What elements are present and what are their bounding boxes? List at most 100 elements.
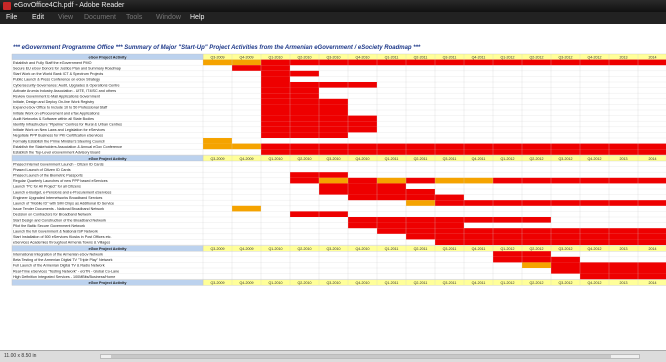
gantt-bar-cell [348,194,377,201]
gantt-bar-cell [638,233,666,240]
period-header: Q4-2009 [240,247,254,251]
menu-window[interactable]: Window [156,12,181,24]
menu-tools[interactable]: Tools [126,12,142,24]
gantt-bar-cell [232,143,261,150]
gantt-bar-cell [319,59,348,66]
activity-label: Start Installation of 500 eServices Kios… [13,235,112,239]
gantt-bar-cell [493,59,522,66]
gantt-bar-cell [435,143,464,150]
gantt-bar-cell [348,82,377,88]
gantt-bar-cell [377,149,406,155]
gantt-bar-cell [290,149,319,155]
gantt-bar-cell [638,268,666,274]
gantt-bar-cell [551,233,580,240]
gantt-bar-cell [638,59,666,66]
gantt-bar-cell [261,70,290,77]
gantt-bar-cell [580,233,609,240]
period-header: Q1-2010 [269,247,283,251]
gantt-bar-cell [232,205,261,212]
period-header: Q4-2012 [588,281,602,285]
period-header: Q2-2012 [530,281,544,285]
period-header: Q2-2010 [298,157,312,161]
scrollbar-thumb[interactable] [111,355,611,358]
gantt-bar-cell [435,233,464,240]
period-header: Q2-2011 [414,157,428,161]
gantt-bar-cell [290,143,319,150]
gantt-bar-cell [377,59,406,66]
period-header: Q1-2011 [385,281,399,285]
gantt-bar-cell [377,217,406,223]
gantt-bar-cell [290,115,319,122]
menu-view[interactable]: View [58,12,73,24]
gantt-bar-cell [406,228,435,234]
gantt-bar-cell [522,251,551,257]
gantt-bar-cell [493,149,522,155]
gantt-bar-cell [261,115,290,122]
period-header: Q2-2011 [414,247,428,251]
period-header: Q1-2011 [385,247,399,251]
status-bar: 11.00 x 8.50 in [0,350,666,362]
gantt-bar-cell [319,132,348,138]
period-header: Q3-2011 [443,247,457,251]
gantt-bar-cell [319,121,348,127]
gantt-bar-cell [638,228,666,234]
activity-label: Pilot the Baltic Secure Government Netwo… [13,224,85,228]
period-header: Q2-2012 [530,157,544,161]
activity-label: Start Work on the World Bank ICT & Spect… [13,72,103,76]
gantt-bar-cell [551,262,580,268]
gantt-bar-cell [348,189,377,195]
period-header: Q1-2012 [501,247,515,251]
gantt-bar-cell [377,177,406,184]
menu-file[interactable]: File [6,12,17,24]
menu-document[interactable]: Document [84,12,116,24]
period-header: 2013 [620,55,628,59]
period-header: Q3-2010 [327,157,341,161]
period-header: 2014 [649,55,657,59]
gantt-bar-cell [261,98,290,105]
gantt-bar-cell [493,251,522,257]
gantt-bar-cell [261,121,290,127]
activity-label: Real-Time eServices "Testing Network" - … [13,269,119,273]
horizontal-scrollbar[interactable] [100,354,640,359]
activity-label: Public Launch & Press Conference on eGov… [13,78,100,82]
period-header: Q1-2012 [501,281,515,285]
period-header: Q1-2010 [269,281,283,285]
gantt-bar-cell [493,143,522,150]
section-heading: eGov Project Activity [88,55,127,59]
gantt-bar-cell [464,228,493,234]
gantt-bar-cell [319,172,348,178]
gantt-bar-cell [609,273,638,280]
activity-label: Establish and Fully Staff the eGovernmen… [13,61,92,65]
menu-edit[interactable]: Edit [32,12,44,24]
gantt-bar-cell [261,82,290,88]
gantt-bar-cell [580,262,609,268]
gantt-bar-cell [522,262,551,268]
gantt-bar-cell [261,132,290,138]
gantt-bar-cell [319,115,348,122]
gantt-bar-cell [406,177,435,184]
document-viewport[interactable]: *** eGovernment Programme Office *** Sum… [0,24,666,350]
section-heading: eGov Project Activity [88,157,127,161]
gantt-bar-cell [580,268,609,274]
gantt-bar-cell [261,65,290,71]
gantt-bar-cell [406,59,435,66]
period-header: Q3-2009 [211,55,225,59]
gantt-bar-cell [261,143,290,150]
gantt-bar-cell [551,59,580,66]
gantt-bar-cell [638,273,666,280]
gantt-bar-cell [638,239,666,245]
gantt-bar-cell [435,194,464,201]
period-header: Q3-2011 [443,281,457,285]
menu-help[interactable]: Help [190,12,204,24]
activity-label: Launch of "Mobile ID" with SIM Chips as … [13,202,114,206]
gantt-bar-cell [638,143,666,150]
activity-label: Expand eGov Office to Include 10 to 50 P… [13,106,108,110]
section-heading: eGov Project Activity [88,247,127,251]
gantt-bar-cell [435,59,464,66]
gantt-bar-cell [493,228,522,234]
period-header: Q4-2012 [588,55,602,59]
adobe-reader-app-icon [3,2,11,10]
gantt-bar-cell [522,239,551,245]
activity-label: Establish the Top-Level eGovernment Advi… [13,151,100,155]
period-header: Q3-2012 [559,281,573,285]
